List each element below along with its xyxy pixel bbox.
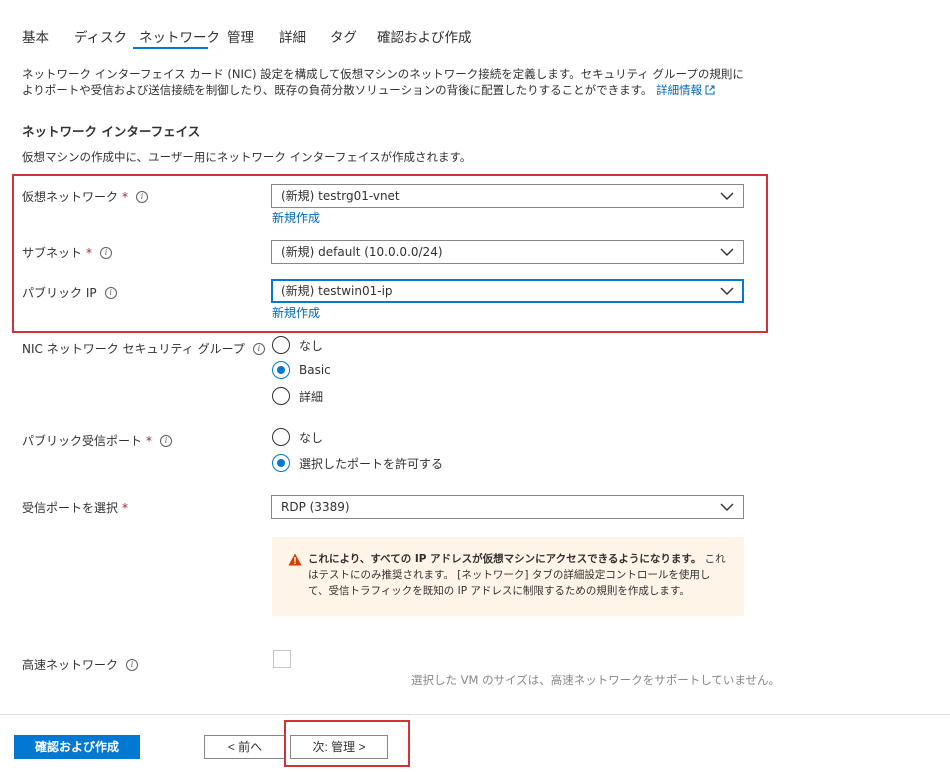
radio-button[interactable] (272, 387, 290, 405)
intro-description: ネットワーク インターフェイス カード (NIC) 設定を構成して仮想マシンのネ… (22, 66, 752, 98)
public-ip-dropdown[interactable]: (新規) testwin01-ip (271, 279, 744, 303)
select-inbound-ports-label-text: 受信ポートを選択 (22, 501, 119, 515)
info-icon[interactable]: i (104, 286, 117, 299)
accelerated-networking-label-text: 高速ネットワーク (22, 658, 119, 672)
required-marker: * (122, 189, 129, 204)
accelerated-networking-checkbox (273, 650, 291, 668)
radio-label: なし (299, 430, 324, 445)
subnet-dropdown[interactable]: (新規) default (10.0.0.0/24) (271, 240, 744, 264)
chevron-down-icon (720, 192, 734, 200)
warning-bold-text: これにより、すべての IP アドレスが仮想マシンにアクセスできるようになります。 (308, 553, 702, 565)
public-ip-label: パブリック IP i (22, 284, 117, 301)
previous-button[interactable]: < 前へ (204, 735, 286, 759)
section-title: ネットワーク インターフェイス (22, 124, 201, 139)
public-inbound-ports-label: パブリック受信ポート * i (22, 432, 173, 449)
radio-button-selected[interactable] (272, 361, 290, 379)
subnet-value: (新規) default (10.0.0.0/24) (281, 245, 443, 259)
required-marker: * (122, 500, 129, 515)
active-tab-indicator (133, 47, 208, 49)
required-marker: * (146, 433, 153, 448)
public-ip-create-new-link[interactable]: 新規作成 (272, 304, 320, 321)
radio-button[interactable] (272, 336, 290, 354)
chevron-down-icon (720, 503, 734, 511)
chevron-down-icon (720, 287, 734, 295)
tab-review-create[interactable]: 確認および作成 (377, 26, 472, 46)
tab-bar: 基本 ディスク ネットワーク 管理 詳細 タグ 確認および作成 (0, 0, 950, 52)
info-icon[interactable]: i (160, 434, 173, 447)
accelerated-networking-label: 高速ネットワーク i (22, 656, 139, 673)
highlight-next-button (284, 720, 410, 767)
section-subtitle: 仮想マシンの作成中に、ユーザー用にネットワーク インターフェイスが作成されます。 (22, 150, 472, 164)
nic-nsg-label: NIC ネットワーク セキュリティ グループ i (22, 340, 265, 357)
radio-label: Basic (299, 363, 331, 377)
external-link-icon[interactable] (705, 85, 715, 95)
nic-nsg-option-none[interactable]: なし (272, 336, 323, 354)
radio-button[interactable] (272, 428, 290, 446)
info-icon[interactable]: i (126, 658, 139, 671)
tab-advanced[interactable]: 詳細 (279, 26, 306, 46)
chevron-down-icon (720, 248, 734, 256)
vnet-create-new-link[interactable]: 新規作成 (272, 209, 320, 226)
tab-disks[interactable]: ディスク (74, 26, 127, 46)
tab-networking[interactable]: ネットワーク (139, 26, 220, 46)
info-icon[interactable]: i (252, 342, 265, 355)
vnet-value: (新規) testrg01-vnet (281, 189, 400, 203)
public-inbound-ports-label-text: パブリック受信ポート (22, 434, 143, 448)
tab-management[interactable]: 管理 (227, 26, 254, 46)
nic-nsg-option-basic[interactable]: Basic (272, 361, 331, 379)
inbound-ports-option-allow-selected[interactable]: 選択したポートを許可する (272, 454, 443, 472)
required-marker: * (86, 245, 93, 260)
vnet-label: 仮想ネットワーク * i (22, 188, 149, 205)
footer-divider (0, 714, 950, 715)
warning-message: これにより、すべての IP アドレスが仮想マシンにアクセスできるようになります。… (272, 537, 744, 616)
vnet-label-text: 仮想ネットワーク (22, 190, 119, 204)
intro-text: ネットワーク インターフェイス カード (NIC) 設定を構成して仮想マシンのネ… (22, 67, 744, 97)
nic-nsg-option-advanced[interactable]: 詳細 (272, 387, 323, 405)
select-inbound-ports-label: 受信ポートを選択 * (22, 499, 128, 516)
radio-button-selected[interactable] (272, 454, 290, 472)
nic-nsg-label-text: NIC ネットワーク セキュリティ グループ (22, 342, 245, 356)
info-icon[interactable]: i (136, 190, 149, 203)
tab-basics[interactable]: 基本 (22, 26, 49, 46)
inbound-ports-value: RDP (3389) (281, 500, 350, 514)
info-icon[interactable]: i (100, 246, 113, 259)
subnet-label: サブネット * i (22, 244, 113, 261)
inbound-ports-dropdown[interactable]: RDP (3389) (271, 495, 744, 519)
public-ip-value: (新規) testwin01-ip (281, 284, 393, 298)
review-create-button[interactable]: 確認および作成 (14, 735, 140, 759)
radio-label: 選択したポートを許可する (299, 456, 444, 471)
radio-label: なし (299, 338, 324, 353)
inbound-ports-option-none[interactable]: なし (272, 428, 323, 446)
public-ip-label-text: パブリック IP (22, 286, 97, 300)
radio-label: 詳細 (299, 389, 324, 404)
vnet-dropdown[interactable]: (新規) testrg01-vnet (271, 184, 744, 208)
tab-tags[interactable]: タグ (330, 26, 357, 46)
warning-icon (288, 553, 302, 566)
learn-more-link[interactable]: 詳細情報 (656, 83, 702, 97)
subnet-label-text: サブネット (22, 246, 83, 260)
accelerated-networking-hint: 選択した VM のサイズは、高速ネットワークをサポートしていません。 (411, 673, 781, 687)
